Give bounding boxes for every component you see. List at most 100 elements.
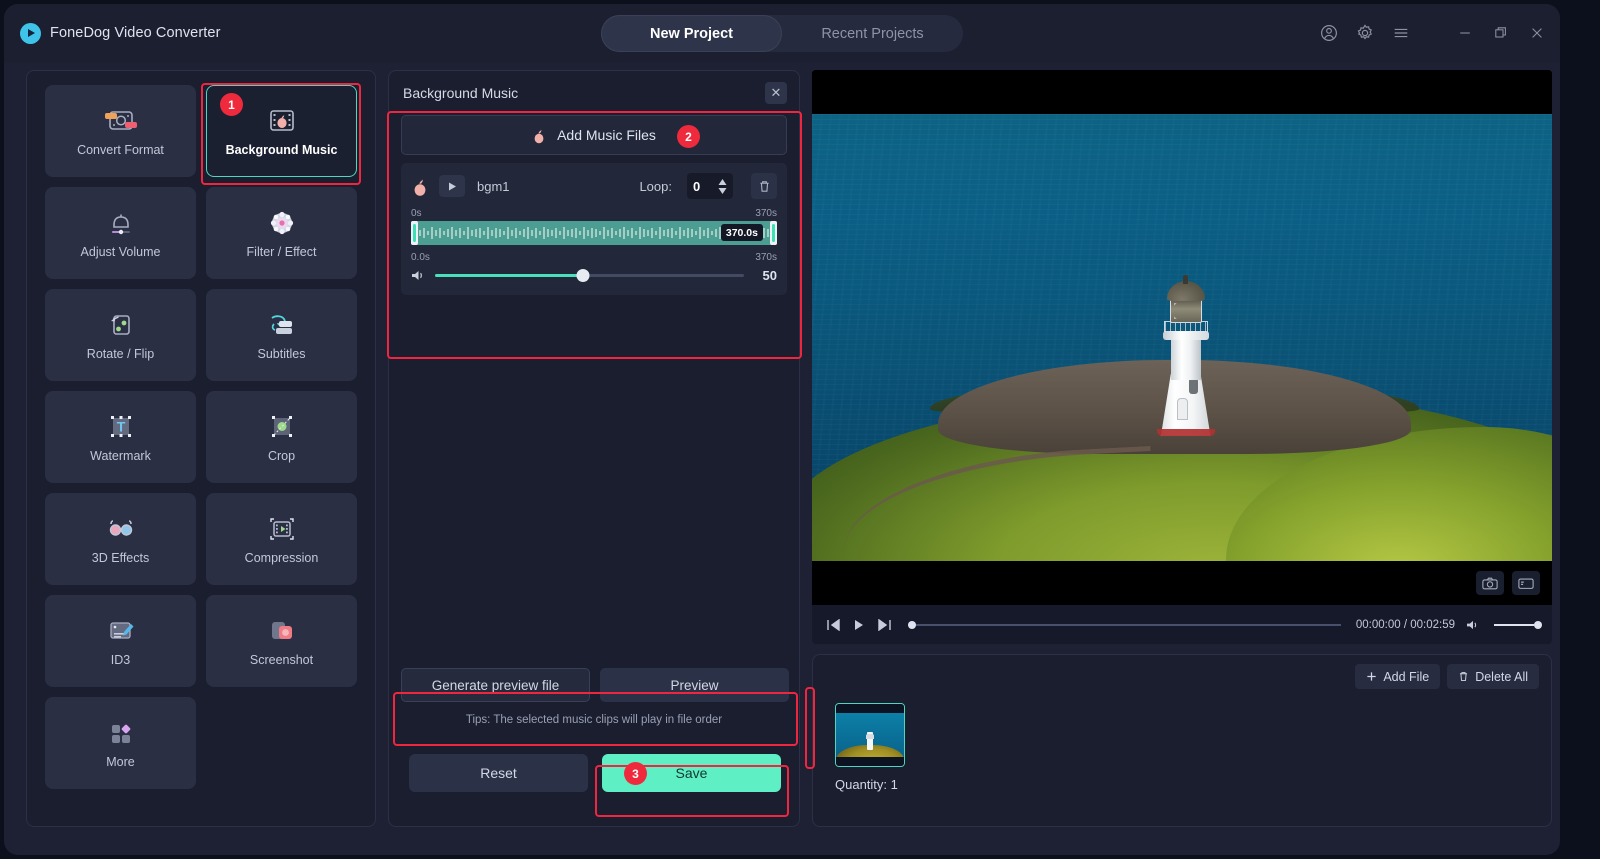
trim-handle-right[interactable]: [770, 221, 777, 245]
lighthouse: [1155, 274, 1217, 436]
music-section: Add Music Files 2 bgm1 Loop: 0 0s 370s 3…: [401, 115, 787, 295]
preview-button[interactable]: Preview: [600, 668, 789, 702]
panel-title: Background Music: [403, 85, 519, 101]
chevron-up-icon: [718, 178, 727, 185]
file-list-panel: Add File Delete All Quantity: 1: [805, 654, 1552, 827]
sidebar-tile-more[interactable]: More: [45, 697, 196, 789]
player-volume-slider[interactable]: [1494, 620, 1542, 629]
track-volume-slider[interactable]: [435, 269, 744, 282]
music-note-icon: [414, 178, 426, 196]
video-stage[interactable]: [812, 70, 1552, 605]
hamburger-menu-icon[interactable]: [1390, 22, 1412, 44]
trash-icon: [1460, 672, 1468, 681]
tips-text: Tips: The selected music clips will play…: [465, 714, 723, 726]
skip-next-icon[interactable]: [876, 616, 893, 633]
loop-stepper[interactable]: 0: [687, 173, 733, 199]
lighthouse-thumbnail[interactable]: [835, 703, 905, 767]
play-icon: [448, 182, 456, 190]
subtitles-icon: [263, 310, 301, 340]
sidebar-tile-watermark[interactable]: T Watermark: [45, 391, 196, 483]
sidebar-tile-crop[interactable]: Crop: [206, 391, 357, 483]
speaker-icon[interactable]: [1464, 616, 1481, 633]
sidebar-tile-label: Watermark: [90, 448, 151, 463]
brand: FoneDog Video Converter: [20, 22, 221, 44]
sidebar-tile-compression[interactable]: Compression: [206, 493, 357, 585]
volume-knob[interactable]: [576, 269, 590, 282]
tools-sidebar: Convert Format 1 Background Music Adjust…: [26, 70, 376, 827]
tab-recent-projects[interactable]: Recent Projects: [782, 15, 963, 52]
play-circle-logo: [20, 22, 41, 44]
background-music-panel: Background Music ✕ Add Music Files 2 bgm…: [387, 70, 802, 827]
window-controls: [1318, 4, 1548, 62]
convert-format-icon: [102, 106, 140, 136]
add-file-button[interactable]: Add File: [1355, 664, 1441, 689]
maximize-icon[interactable]: [1490, 22, 1512, 44]
highlight-box-edge: [805, 687, 815, 769]
action-buttons-row: Reset 3 Save: [409, 754, 781, 792]
sidebar-tile-subtitles[interactable]: Subtitles: [206, 289, 357, 381]
delete-track-button[interactable]: [751, 173, 777, 199]
sidebar-tile-label: Subtitles: [257, 346, 306, 361]
title-bar: FoneDog Video Converter New Project Rece…: [4, 4, 1560, 62]
speaker-icon: [412, 271, 422, 280]
add-music-files-button[interactable]: Add Music Files 2: [401, 115, 787, 155]
settings-gear-icon[interactable]: [1354, 22, 1376, 44]
add-file-label: Add File: [1383, 669, 1430, 684]
video-frame-lighthouse: [812, 114, 1552, 597]
watermark-icon: T: [102, 412, 140, 442]
seek-bar[interactable]: [908, 620, 1341, 629]
filter-effect-icon: [263, 208, 301, 238]
sidebar-tile-id3[interactable]: ID3: [45, 595, 196, 687]
adjust-volume-icon: [102, 208, 140, 238]
sidebar-tile-adjust-volume[interactable]: Adjust Volume: [45, 187, 196, 279]
play-icon[interactable]: [850, 616, 867, 633]
delete-all-button[interactable]: Delete All: [1447, 664, 1539, 689]
waveform-trimmer[interactable]: 370.0s: [411, 221, 777, 245]
generate-preview-file-button[interactable]: Generate preview file: [401, 668, 590, 702]
sidebar-tile-label: 3D Effects: [91, 550, 150, 565]
sidebar-tile-background-music[interactable]: 1 Background Music: [206, 85, 357, 177]
track-play-button[interactable]: [439, 175, 465, 197]
player-controls: 00:00:00 / 00:02:59: [812, 605, 1552, 644]
player-volume-knob[interactable]: [1533, 620, 1542, 629]
track-scale-top: 0s 370s: [411, 208, 777, 219]
id3-icon: [102, 616, 140, 646]
selection-duration-badge: 370.0s: [720, 224, 763, 241]
sidebar-tile-convert-format[interactable]: Convert Format: [45, 85, 196, 177]
close-panel-button[interactable]: ✕: [765, 82, 787, 104]
trim-start-label: 0.0s: [411, 252, 430, 263]
camera-icon[interactable]: [1476, 571, 1504, 595]
sidebar-tile-label: Screenshot: [249, 652, 314, 667]
sidebar-tile-label: More: [106, 754, 135, 769]
trim-end-label: 370s: [755, 252, 777, 263]
sidebar-tile-label: Filter / Effect: [246, 244, 317, 259]
sidebar-tile-label: Background Music: [225, 142, 338, 157]
sidebar-tile-filter-effect[interactable]: Filter / Effect: [206, 187, 357, 279]
loop-value: 0: [693, 178, 701, 194]
close-icon[interactable]: [1526, 22, 1548, 44]
trash-icon: [759, 180, 769, 192]
trim-handle-left[interactable]: [411, 221, 418, 245]
panel-header: Background Music ✕: [389, 71, 799, 115]
track-volume-row: 50: [411, 268, 777, 283]
gif-capture-icon[interactable]: [1512, 571, 1540, 595]
delete-all-label: Delete All: [1475, 669, 1528, 684]
skip-previous-icon[interactable]: [824, 616, 841, 633]
sidebar-tile-3d-effects[interactable]: 3D Effects: [45, 493, 196, 585]
stage-tools: [1476, 571, 1540, 595]
minimize-icon[interactable]: [1454, 22, 1476, 44]
preview-buttons-row: Generate preview file Preview: [401, 668, 789, 702]
sidebar-tile-label: Adjust Volume: [80, 244, 161, 259]
track-volume-value: 50: [762, 268, 777, 283]
sidebar-tile-rotate-flip[interactable]: Rotate / Flip: [45, 289, 196, 381]
save-button[interactable]: 3 Save: [602, 754, 781, 792]
chevron-down-icon: [718, 187, 727, 194]
account-icon[interactable]: [1318, 22, 1340, 44]
tab-new-project[interactable]: New Project: [601, 15, 782, 52]
sidebar-tile-screenshot[interactable]: Screenshot: [206, 595, 357, 687]
range-start-label: 0s: [411, 208, 422, 219]
seek-knob[interactable]: [908, 620, 916, 629]
more-icon: [102, 718, 140, 748]
reset-button[interactable]: Reset: [409, 754, 588, 792]
background-music-icon: [263, 106, 301, 136]
